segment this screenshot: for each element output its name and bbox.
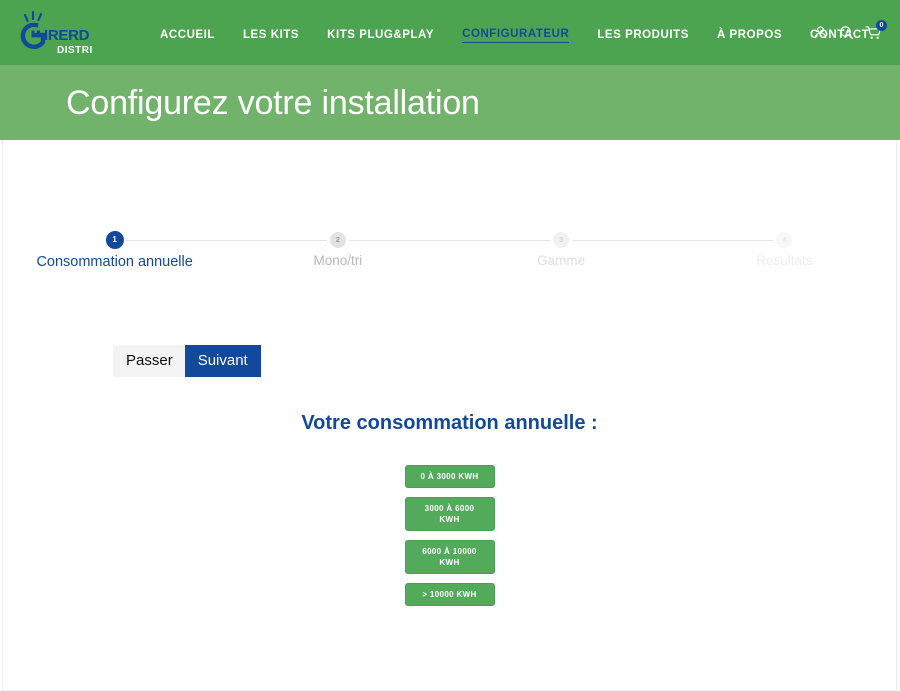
question-heading: Votre consommation annuelle :	[301, 412, 598, 434]
next-button[interactable]: Suivant	[184, 345, 261, 377]
top-navigation-bar: IRERD DISTRI ACCUEIL LES KITS KITS PLUG&…	[0, 0, 900, 65]
consumption-options: 0 à 3000 KWH 3000 à 6000 KWH 6000 à 1000…	[3, 465, 896, 606]
nav-link-les-kits[interactable]: LES KITS	[243, 28, 299, 42]
step-number-badge: 3	[553, 232, 570, 248]
svg-text:DISTRI: DISTRI	[57, 45, 93, 56]
option-6000-10000-kwh[interactable]: 6000 à 10000 KWH	[404, 540, 495, 574]
stepper-step-mono-tri[interactable]: 2 Mono/tri	[226, 232, 450, 269]
search-icon[interactable]	[839, 25, 854, 40]
cart-count-badge: 0	[876, 20, 887, 31]
page-hero-banner: Configurez votre installation	[0, 65, 900, 140]
step-number-badge: 2	[329, 232, 346, 248]
step-navigation-buttons: Passer Suivant	[113, 345, 261, 377]
nav-link-kits-plug-play[interactable]: KITS PLUG&PLAY	[327, 28, 434, 42]
step-connector-left	[672, 240, 774, 241]
stepper-step-resultats[interactable]: 4 Resultats	[672, 232, 896, 269]
option-3000-6000-kwh[interactable]: 3000 à 6000 KWH	[404, 497, 495, 531]
nav-link-accueil[interactable]: ACCUEIL	[160, 28, 215, 42]
step-connector-left	[226, 240, 327, 241]
step-connector-right	[572, 240, 673, 241]
nav-link-a-propos[interactable]: À PROPOS	[717, 28, 782, 42]
step-connector-right	[125, 240, 227, 241]
skip-button[interactable]: Passer	[113, 345, 185, 377]
option-0-3000-kwh[interactable]: 0 à 3000 KWH	[404, 465, 495, 488]
step-number-badge: 4	[776, 232, 793, 248]
option-over-10000-kwh[interactable]: > 10000 KWH	[404, 583, 495, 606]
nav-links: ACCUEIL LES KITS KITS PLUG&PLAY CONFIGUR…	[160, 27, 897, 43]
step-connector-left	[449, 240, 551, 241]
page-title: Configurez votre installation	[66, 83, 480, 122]
step-label: Consommation annuelle	[36, 254, 193, 270]
account-icon[interactable]	[813, 25, 828, 40]
cart-icon[interactable]: 0	[865, 20, 887, 40]
step-label: Mono/tri	[313, 253, 363, 268]
site-logo[interactable]: IRERD DISTRI	[14, 9, 100, 57]
main-content: 1 Consommation annuelle 2 Mono/tri 3 Gam…	[2, 140, 897, 691]
stepper-step-consommation-annuelle[interactable]: 1 Consommation annuelle	[3, 231, 227, 270]
step-connector-right	[348, 240, 450, 241]
step-label: Resultats	[756, 253, 813, 268]
nav-link-les-produits[interactable]: LES PRODUITS	[597, 28, 689, 42]
page-root: IRERD DISTRI ACCUEIL LES KITS KITS PLUG&…	[0, 0, 900, 691]
step-number-badge: 1	[105, 231, 124, 249]
nav-icon-group: 0	[813, 20, 887, 40]
girerd-distri-logo-icon: IRERD DISTRI	[20, 10, 93, 56]
configurator-stepper: 1 Consommation annuelle 2 Mono/tri 3 Gam…	[3, 231, 896, 270]
stepper-step-gamme[interactable]: 3 Gamme	[449, 232, 673, 269]
step-label: Gamme	[537, 253, 586, 268]
nav-link-configurateur[interactable]: CONFIGURATEUR	[462, 27, 570, 43]
svg-text:IRERD: IRERD	[44, 27, 90, 44]
